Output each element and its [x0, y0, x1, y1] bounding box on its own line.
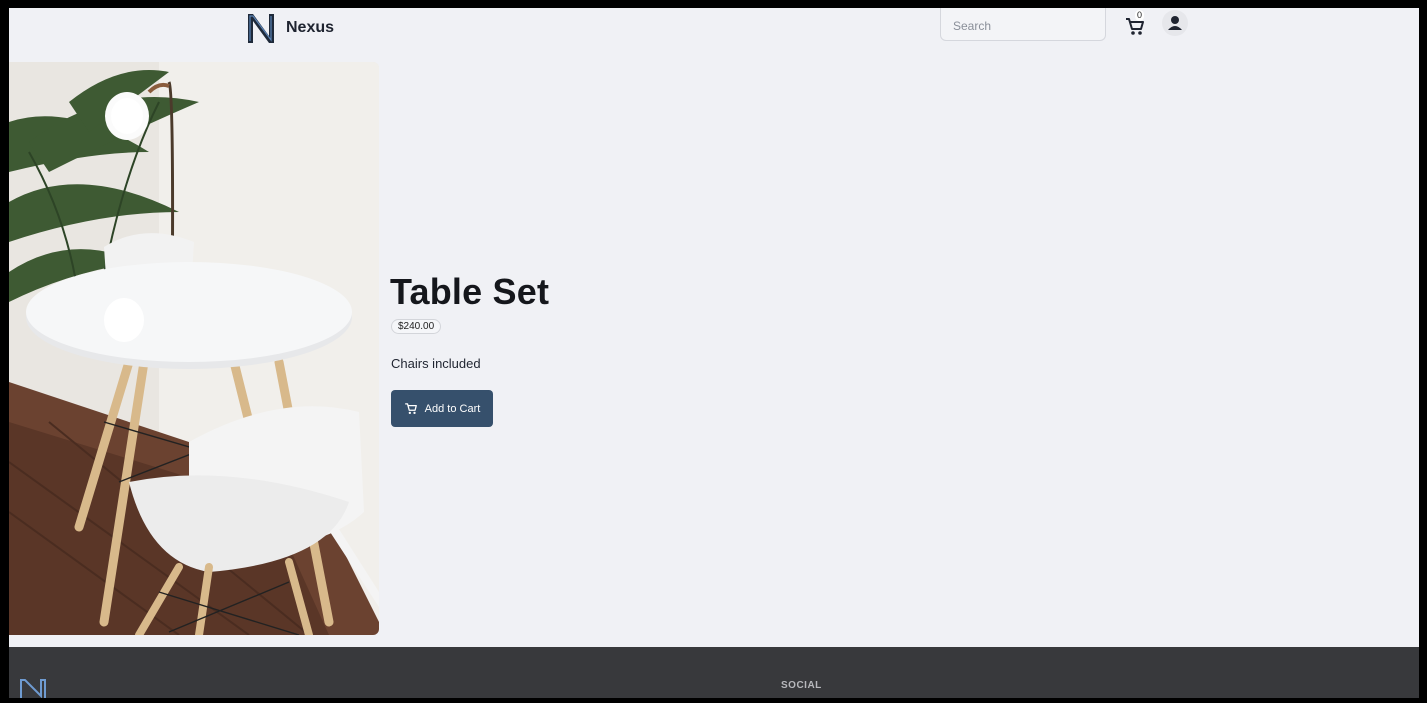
price-badge: $240.00 [391, 319, 442, 334]
nexus-logo-icon[interactable] [245, 11, 277, 45]
site-footer: SOCIAL [9, 647, 1419, 698]
footer-logo-icon[interactable] [19, 678, 49, 698]
add-to-cart-label: Add to Cart [424, 402, 481, 415]
site-header: Nexus 0 [9, 8, 1419, 52]
product-description: Chairs included [391, 356, 481, 371]
product-title: Table Set [390, 271, 550, 312]
add-to-cart-button[interactable]: Add to Cart [391, 390, 493, 427]
product-image [9, 62, 379, 635]
user-icon [1168, 16, 1182, 30]
user-account-button[interactable] [1162, 10, 1188, 36]
search-input[interactable] [940, 8, 1106, 41]
cart-count-badge: 0 [1135, 10, 1145, 21]
brand-name[interactable]: Nexus [286, 19, 334, 37]
cart-icon [404, 403, 417, 415]
social-heading: SOCIAL [781, 680, 822, 691]
page-frame: Nexus 0 [9, 8, 1419, 698]
